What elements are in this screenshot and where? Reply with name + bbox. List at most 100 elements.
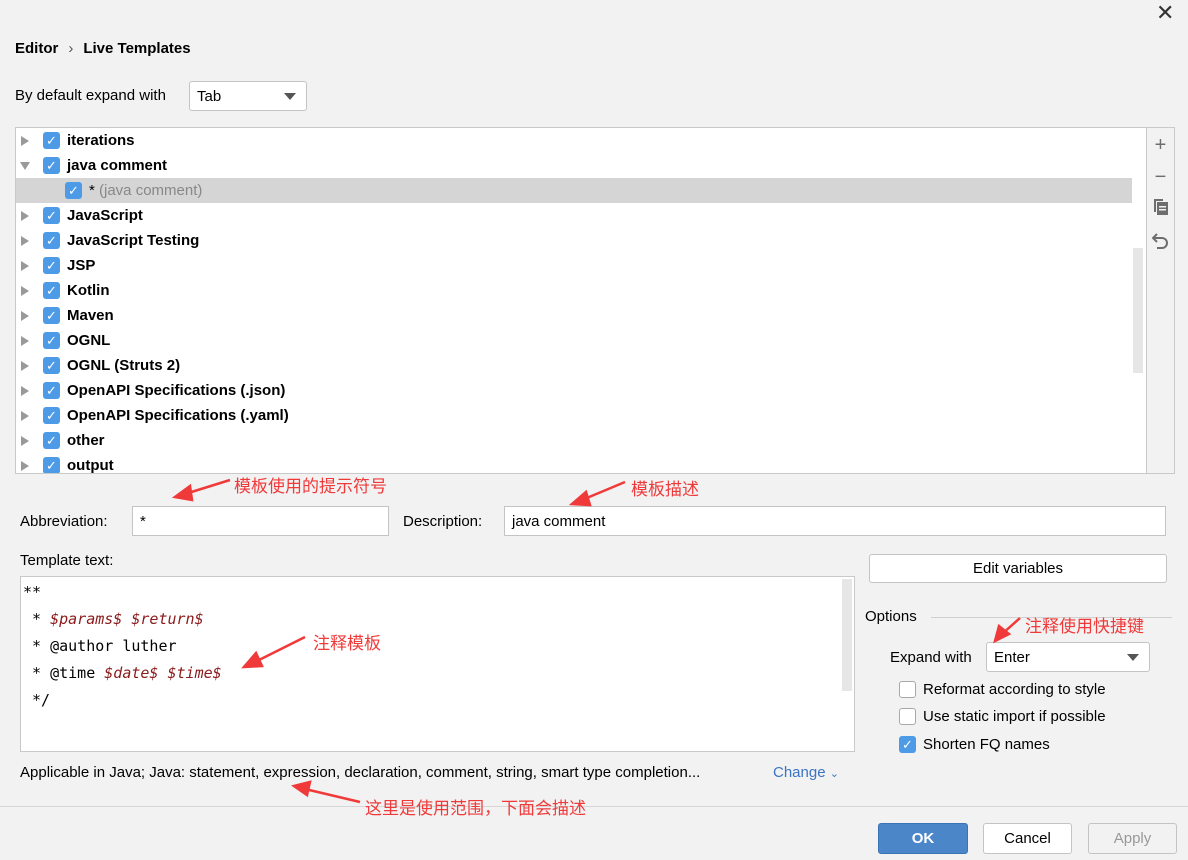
add-icon[interactable]: + [1147,134,1174,157]
collapsed-arrow-icon[interactable] [21,410,29,421]
check-icon[interactable]: ✓ [43,257,60,274]
check-icon[interactable]: ✓ [43,457,60,473]
static-import-checkbox[interactable]: Use static import if possible [899,708,1106,725]
copy-icon[interactable] [1147,198,1174,222]
shorten-fq-label: Shorten FQ names [923,736,1050,753]
annotation-shortcut: 注释使用快捷键 [1025,617,1144,636]
annotation-template: 注释模板 [313,634,381,653]
collapsed-arrow-icon[interactable] [21,285,29,296]
template-group[interactable]: ✓ iterations [16,128,1132,153]
template-variable: $params$ [50,610,123,628]
template-group[interactable]: ✓ OpenAPI Specifications (.yaml) [16,403,1132,428]
template-group[interactable]: ✓ Kotlin [16,278,1132,303]
template-group[interactable]: ✓ Maven [16,303,1132,328]
check-icon[interactable]: ✓ [43,132,60,149]
chevron-down-icon: ⌄ [829,768,839,780]
check-icon[interactable]: ✓ [43,207,60,224]
collapsed-arrow-icon[interactable] [21,310,29,321]
template-group[interactable]: ✓ other [16,428,1132,453]
remove-icon[interactable]: − [1147,166,1174,189]
group-label: java comment [67,157,168,174]
template-variable: $date$ [104,664,159,682]
description-value: java comment [512,512,606,530]
reformat-label: Reformat according to style [923,681,1106,698]
check-icon[interactable]: ✓ [43,282,60,299]
annotation-description: 模板描述 [631,480,699,499]
expand-with-value: Enter [994,648,1030,666]
collapsed-arrow-icon[interactable] [21,210,29,221]
checkbox-icon [899,708,916,725]
editor-scrollbar[interactable] [842,579,852,691]
expand-default-value: Tab [197,87,222,105]
template-text: ** [23,583,42,601]
change-context-link[interactable]: Change ⌄ [773,764,839,781]
expand-with-select[interactable]: Enter [986,642,1150,672]
group-label: OGNL (Struts 2) [67,357,181,374]
template-text: */ [23,691,51,709]
group-label: OGNL [67,332,111,349]
group-label: iterations [67,132,135,149]
group-label: JavaScript Testing [67,232,200,249]
collapsed-arrow-icon[interactable] [21,335,29,346]
template-line: ** [23,583,41,601]
check-icon[interactable]: ✓ [43,357,60,374]
collapsed-arrow-icon[interactable] [21,360,29,371]
group-label: output [67,457,114,474]
template-line: * @time $date$ $time$ [23,664,222,682]
group-label: other [67,432,105,449]
ok-button[interactable]: OK [878,823,968,854]
breadcrumb: Editor › Live Templates [15,40,191,57]
chevron-right-icon: › [68,40,74,57]
collapsed-arrow-icon[interactable] [21,460,29,471]
expand-default-select[interactable]: Tab [189,81,307,111]
footer-divider [0,806,1188,807]
collapsed-arrow-icon[interactable] [21,235,29,246]
check-icon[interactable]: ✓ [43,332,60,349]
check-icon[interactable]: ✓ [43,232,60,249]
collapsed-arrow-icon[interactable] [21,385,29,396]
shorten-fq-checkbox[interactable]: ✓ Shorten FQ names [899,736,1050,753]
group-label: Maven [67,307,114,324]
template-group[interactable]: ✓ JavaScript [16,203,1132,228]
template-line: * $params$ $return$ [23,610,204,628]
edit-variables-button[interactable]: Edit variables [869,554,1167,583]
description-input[interactable]: java comment [504,506,1166,536]
template-group[interactable]: ✓ output [16,453,1132,474]
abbreviation-input[interactable]: * [132,506,389,536]
template-variable: $time$ [167,664,222,682]
apply-button[interactable]: Apply [1088,823,1177,854]
template-variable: $return$ [131,610,204,628]
check-icon[interactable]: ✓ [43,157,60,174]
template-text-editor[interactable]: ** * $params$ $return$ * @author luther … [20,576,855,752]
template-group[interactable]: ✓ OGNL (Struts 2) [16,353,1132,378]
check-icon[interactable]: ✓ [43,382,60,399]
cancel-button[interactable]: Cancel [983,823,1072,854]
template-line: * @author luther [23,637,177,655]
template-group[interactable]: ✓ OpenAPI Specifications (.json) [16,378,1132,403]
template-group[interactable]: ✓ JSP [16,253,1132,278]
expanded-arrow-icon[interactable] [20,161,30,170]
template-text: * @time [23,664,105,682]
template-line: */ [23,691,50,709]
check-icon[interactable]: ✓ [43,307,60,324]
collapsed-arrow-icon[interactable] [21,135,29,146]
group-label: Kotlin [67,282,110,299]
check-icon[interactable]: ✓ [65,182,82,199]
abbreviation-value: * [140,512,146,530]
template-tree[interactable]: ✓ iterations ✓ java comment ✓ * (java comment… [15,127,1147,474]
check-icon[interactable]: ✓ [43,407,60,424]
template-group[interactable]: ✓ OGNL [16,328,1132,353]
close-button[interactable]: ✕ [1156,0,1174,26]
chevron-down-icon [284,92,296,100]
template-group[interactable]: ✓ java comment [16,153,1132,178]
reformat-checkbox[interactable]: Reformat according to style [899,681,1106,698]
check-icon[interactable]: ✓ [43,432,60,449]
collapsed-arrow-icon[interactable] [21,260,29,271]
collapsed-arrow-icon[interactable] [21,435,29,446]
expand-default-label: By default expand with [15,87,166,104]
undo-icon[interactable] [1147,232,1174,256]
template-group[interactable]: ✓ JavaScript Testing [16,228,1132,253]
tree-scrollbar[interactable] [1133,248,1143,373]
template-item[interactable]: ✓ * (java comment) [16,178,1132,203]
group-label: OpenAPI Specifications (.json) [67,382,286,399]
